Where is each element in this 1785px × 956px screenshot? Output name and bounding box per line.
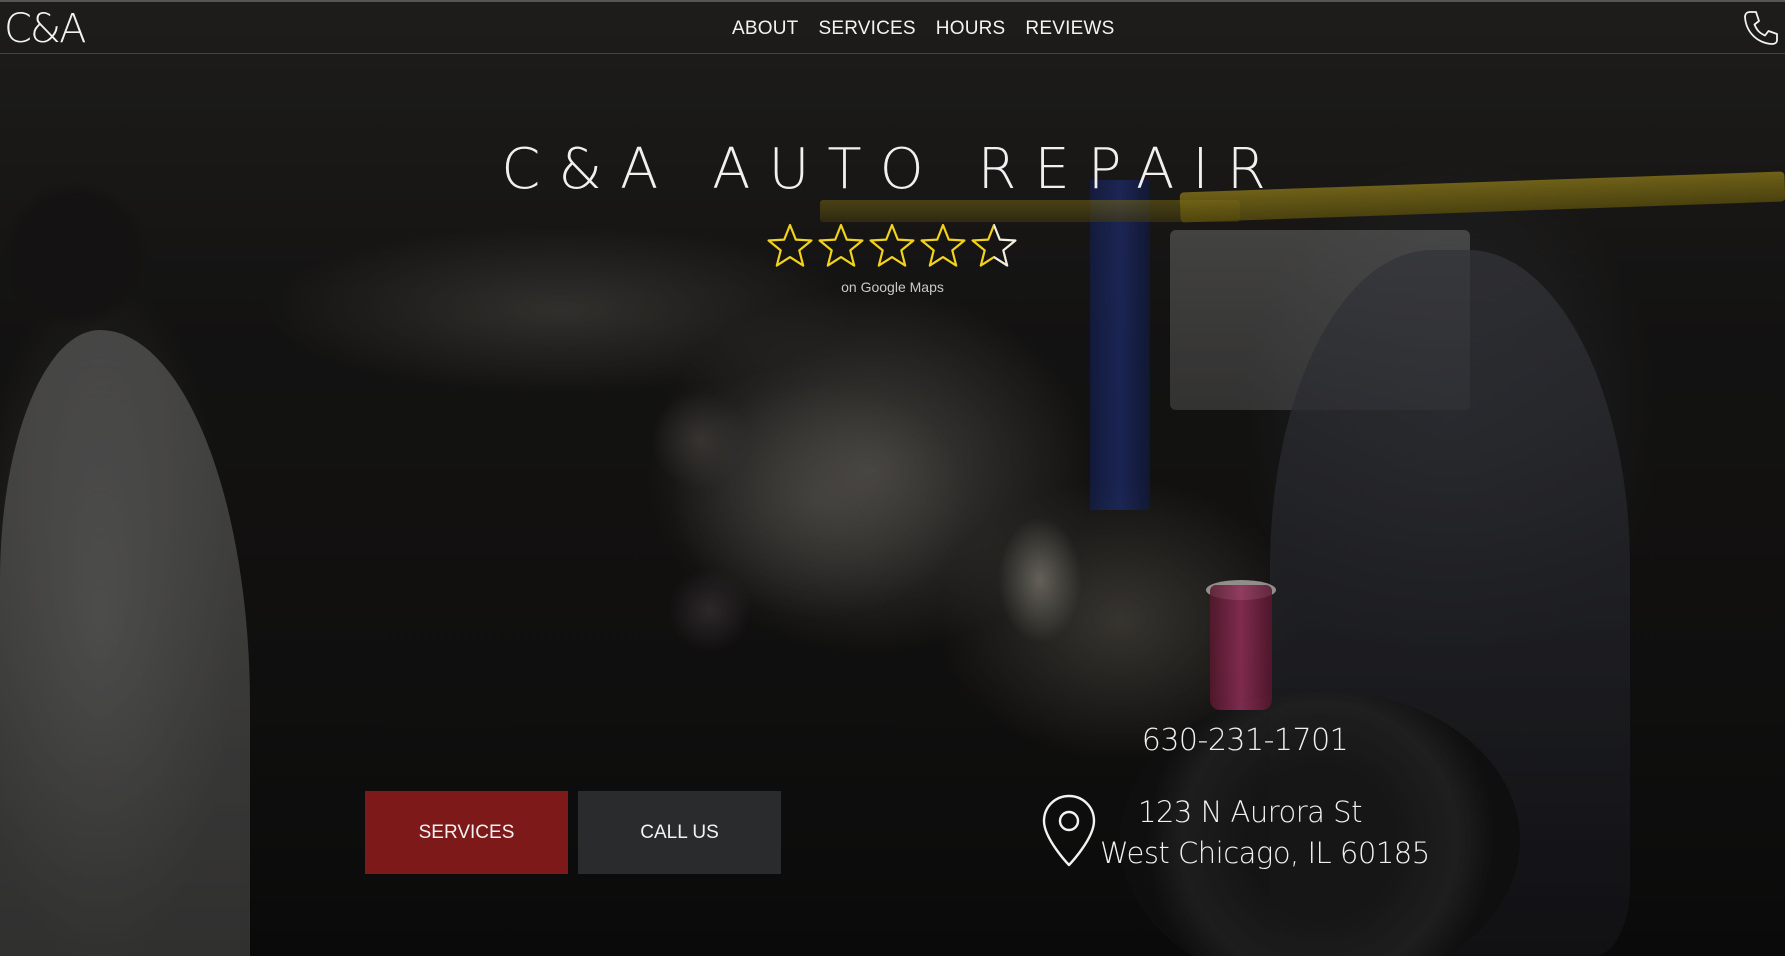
nav-links: ABOUT SERVICES HOURS REVIEWS	[732, 2, 1114, 56]
map-pin-icon	[1042, 794, 1096, 867]
address-line-2: West Chicago, IL 60185	[1100, 836, 1430, 870]
star-rating[interactable]	[766, 222, 1018, 270]
rating-source[interactable]: on Google Maps	[0, 279, 1785, 295]
star-icon	[767, 223, 813, 267]
nav-link-about[interactable]: ABOUT	[732, 18, 798, 40]
star-icon	[920, 223, 966, 267]
hero-section: C&A ABOUT SERVICES HOURS REVIEWS C&A AUT…	[0, 0, 1785, 956]
address[interactable]: 123 N Aurora St West Chicago, IL 60185	[1100, 792, 1430, 874]
phone-icon[interactable]	[1739, 6, 1783, 50]
star-half-icon	[970, 222, 1018, 270]
nav-link-reviews[interactable]: REVIEWS	[1025, 18, 1114, 40]
phone-number[interactable]: 630-231-1701	[1130, 723, 1360, 758]
site-logo[interactable]: C&A	[4, 4, 86, 54]
star-icon	[869, 223, 915, 267]
top-nav: C&A ABOUT SERVICES HOURS REVIEWS	[0, 0, 1785, 54]
services-button[interactable]: SERVICES	[365, 791, 568, 874]
star-icon	[818, 223, 864, 267]
address-line-1: 123 N Aurora St	[1138, 795, 1362, 829]
call-us-button[interactable]: CALL US	[578, 791, 781, 874]
nav-link-services[interactable]: SERVICES	[818, 18, 915, 40]
page-title: C&A AUTO REPAIR	[501, 137, 1284, 202]
nav-link-hours[interactable]: HOURS	[936, 18, 1006, 40]
